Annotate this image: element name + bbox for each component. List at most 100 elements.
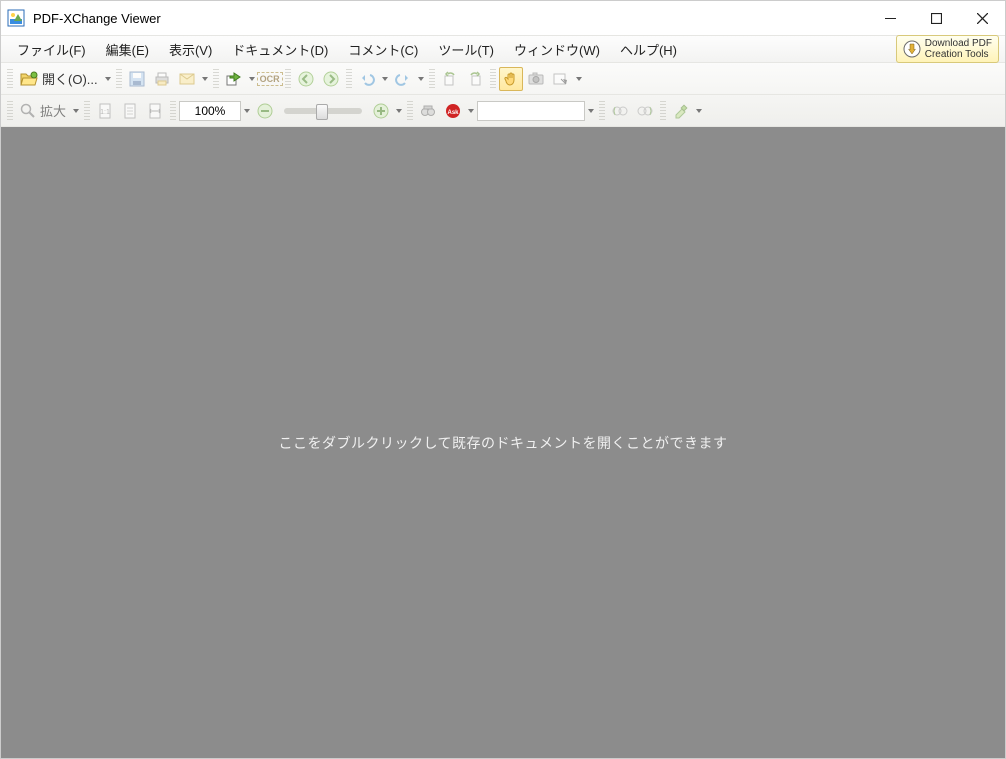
grip-handle[interactable] xyxy=(407,101,413,121)
prev-view-button[interactable] xyxy=(608,99,632,123)
open-dropdown[interactable] xyxy=(103,77,113,81)
select-tool-button[interactable] xyxy=(549,67,573,91)
menu-edit[interactable]: 編集(E) xyxy=(96,37,159,62)
grip-handle[interactable] xyxy=(429,69,435,89)
pointer-icon xyxy=(903,40,921,58)
search-input[interactable] xyxy=(477,101,585,121)
svg-text:Ask: Ask xyxy=(448,110,460,116)
title-bar: PDF-XChange Viewer xyxy=(1,1,1005,35)
binoculars-icon xyxy=(420,103,436,119)
menu-comment[interactable]: コメント(C) xyxy=(338,37,428,62)
email-dropdown[interactable] xyxy=(200,77,210,81)
save-button[interactable] xyxy=(125,67,149,91)
app-icon xyxy=(7,9,25,27)
printer-icon xyxy=(154,71,170,87)
next-view-button[interactable] xyxy=(633,99,657,123)
ask-search-button[interactable]: Ask xyxy=(441,99,465,123)
magnifier-icon xyxy=(20,103,36,119)
close-button[interactable] xyxy=(959,1,1005,35)
ask-dropdown[interactable] xyxy=(466,109,476,113)
grip-handle[interactable] xyxy=(7,101,13,121)
highlight-dropdown[interactable] xyxy=(694,109,704,113)
grip-handle[interactable] xyxy=(285,69,291,89)
promo-line2: Creation Tools xyxy=(925,49,992,60)
minus-icon xyxy=(257,103,273,119)
grip-handle[interactable] xyxy=(170,101,176,121)
highlighter-icon xyxy=(673,103,689,119)
redo-icon xyxy=(395,71,411,87)
fit-width-button[interactable] xyxy=(143,99,167,123)
maximize-button[interactable] xyxy=(913,1,959,35)
menu-document[interactable]: ドキュメント(D) xyxy=(222,37,338,62)
find-button[interactable] xyxy=(416,99,440,123)
rotate-ccw-button[interactable] xyxy=(438,67,462,91)
zoom-tool-label: 拡大 xyxy=(40,101,66,120)
camera-icon xyxy=(528,71,544,87)
export-button[interactable] xyxy=(222,67,246,91)
zoom-slider[interactable] xyxy=(284,108,362,114)
redo-dropdown[interactable] xyxy=(416,77,426,81)
menu-view[interactable]: 表示(V) xyxy=(159,37,222,62)
minimize-button[interactable] xyxy=(867,1,913,35)
zoom-value-input[interactable] xyxy=(179,101,241,121)
menu-file[interactable]: ファイル(F) xyxy=(7,37,96,62)
open-label: 開く(O)... xyxy=(42,69,98,88)
zoom-value-dropdown[interactable] xyxy=(242,109,252,113)
floppy-icon xyxy=(129,71,145,87)
zoom-in-button[interactable] xyxy=(369,99,393,123)
grip-handle[interactable] xyxy=(116,69,122,89)
window-title: PDF-XChange Viewer xyxy=(33,11,161,26)
rotate-cw-button[interactable] xyxy=(463,67,487,91)
fit-width-icon xyxy=(147,103,163,119)
actual-size-button[interactable]: 1:1 xyxy=(93,99,117,123)
grip-handle[interactable] xyxy=(7,69,13,89)
grip-handle[interactable] xyxy=(346,69,352,89)
zoom-tool-dropdown[interactable] xyxy=(71,109,81,113)
menu-window[interactable]: ウィンドウ(W) xyxy=(504,37,610,62)
open-button[interactable]: 開く(O)... xyxy=(16,69,102,88)
grip-handle[interactable] xyxy=(660,101,666,121)
grip-handle[interactable] xyxy=(84,101,90,121)
toolbar-area: 開く(O)... OCR xyxy=(1,63,1005,127)
promo-line1: Download PDF xyxy=(925,38,992,49)
nav-prev-button[interactable] xyxy=(294,67,318,91)
arrow-left-icon xyxy=(298,71,314,87)
envelope-icon xyxy=(179,71,195,87)
ocr-button[interactable]: OCR xyxy=(258,67,282,91)
nav-next-button[interactable] xyxy=(319,67,343,91)
menu-help[interactable]: ヘルプ(H) xyxy=(610,37,687,62)
highlight-button[interactable] xyxy=(669,99,693,123)
zoom-out-button[interactable] xyxy=(253,99,277,123)
export-dropdown[interactable] xyxy=(247,77,257,81)
rotate-ccw-icon xyxy=(442,71,458,87)
zoom-more-dropdown[interactable] xyxy=(394,109,404,113)
zoom-tool-button[interactable]: 拡大 xyxy=(16,101,70,120)
app-window: PDF-XChange Viewer ファイル(F) 編集(E) 表示(V) ド… xyxy=(0,0,1006,759)
hand-icon xyxy=(503,71,519,87)
undo-dropdown[interactable] xyxy=(380,77,390,81)
email-button[interactable] xyxy=(175,67,199,91)
grip-handle[interactable] xyxy=(213,69,219,89)
select-dropdown[interactable] xyxy=(574,77,584,81)
menu-tools[interactable]: ツール(T) xyxy=(428,37,504,62)
plus-icon xyxy=(373,103,389,119)
undo-button[interactable] xyxy=(355,67,379,91)
fit-page-icon xyxy=(122,103,138,119)
fit-page-button[interactable] xyxy=(118,99,142,123)
search-dropdown[interactable] xyxy=(586,109,596,113)
ask-icon: Ask xyxy=(445,103,461,119)
snapshot-tool-button[interactable] xyxy=(524,67,548,91)
download-pdf-tools-button[interactable]: Download PDF Creation Tools xyxy=(896,35,999,63)
toolbar-row-2: 拡大 1:1 Ask xyxy=(1,95,1005,127)
hand-tool-button[interactable] xyxy=(499,67,523,91)
select-icon xyxy=(553,71,569,87)
grip-handle[interactable] xyxy=(599,101,605,121)
document-area[interactable]: ここをダブルクリックして既存のドキュメントを開くことができます xyxy=(1,127,1005,758)
ocr-icon: OCR xyxy=(257,72,283,86)
view-back-icon xyxy=(612,103,628,119)
grip-handle[interactable] xyxy=(490,69,496,89)
redo-button[interactable] xyxy=(391,67,415,91)
print-button[interactable] xyxy=(150,67,174,91)
page-actual-icon: 1:1 xyxy=(97,103,113,119)
arrow-right-icon xyxy=(323,71,339,87)
